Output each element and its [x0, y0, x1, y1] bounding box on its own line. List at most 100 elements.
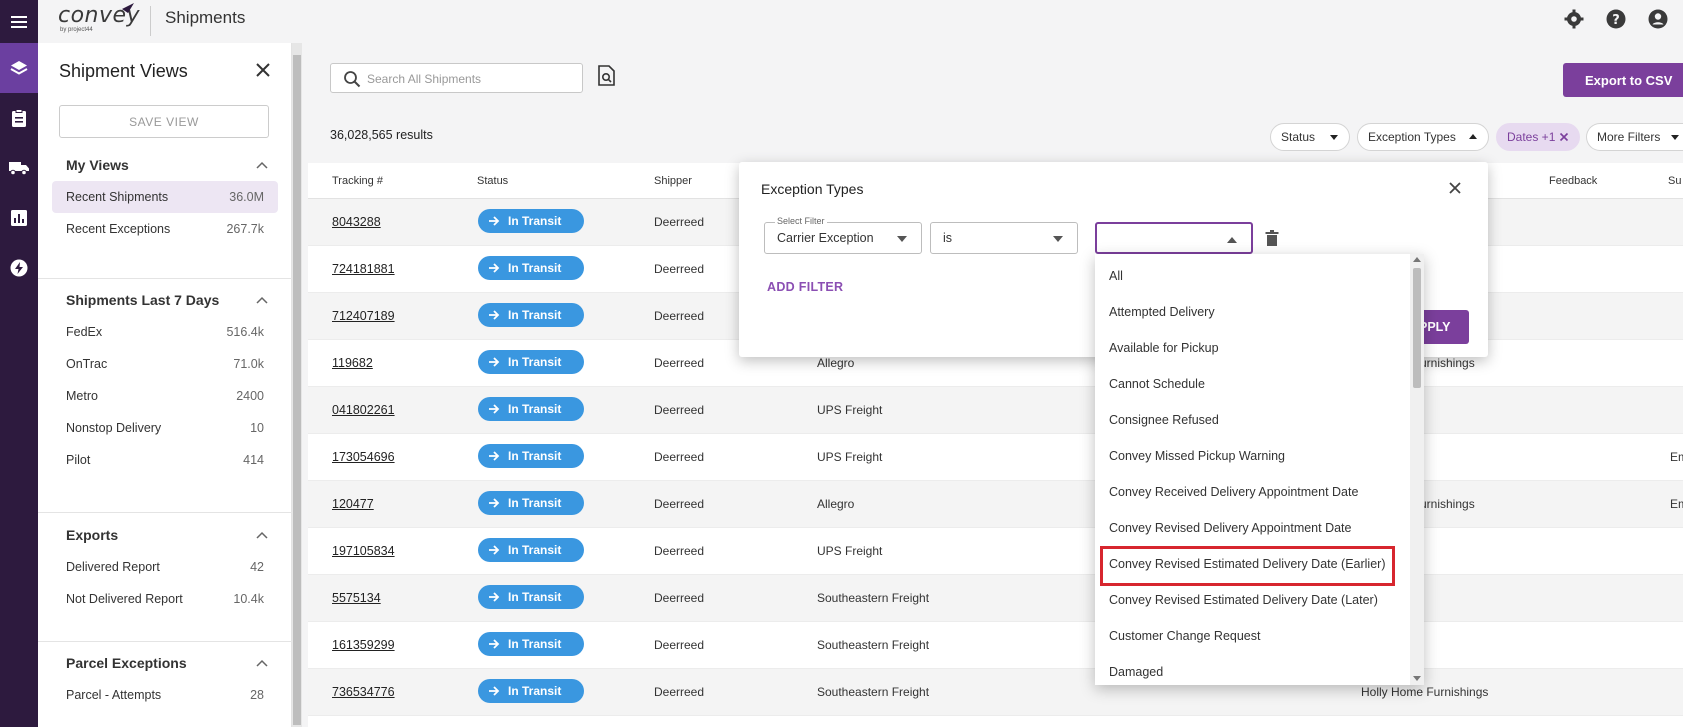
shipper-cell: Deerreed	[654, 685, 705, 699]
tracking-number-link[interactable]: 5575134	[332, 591, 381, 605]
close-popup-button[interactable]	[1447, 180, 1465, 198]
help-icon: ?	[1606, 9, 1626, 29]
dropdown-option[interactable]: Attempted Delivery	[1095, 294, 1409, 328]
search-input[interactable]	[367, 70, 567, 88]
view-item-metro[interactable]: Metro 2400	[52, 380, 278, 412]
dropdown-option[interactable]: Convey Revised Estimated Delivery Date (…	[1095, 582, 1409, 616]
account-button[interactable]	[1647, 8, 1669, 30]
view-item-label: Pilot	[66, 453, 91, 467]
save-view-button[interactable]: SAVE VIEW	[59, 105, 269, 138]
dropdown-option[interactable]: Consignee Refused	[1095, 402, 1409, 436]
operator-dropdown[interactable]: is	[930, 222, 1078, 254]
scrollbar-thumb[interactable]	[293, 55, 301, 725]
advanced-search-button[interactable]	[596, 65, 618, 89]
tracking-number-link[interactable]: 161359299	[332, 638, 395, 652]
delete-filter-button[interactable]	[1265, 230, 1279, 246]
section-header[interactable]: My Views	[38, 151, 292, 181]
page-title: Shipments	[165, 8, 246, 27]
tracking-number-link[interactable]: 173054696	[332, 450, 395, 464]
table-row[interactable]: 197105834 In Transit Deerreed UPS Freight	[308, 528, 1683, 575]
options-scrollbar[interactable]	[1410, 254, 1424, 685]
view-item-pilot[interactable]: Pilot 414	[52, 444, 278, 476]
table-row[interactable]: 041802261 In Transit Deerreed UPS Freight	[308, 387, 1683, 434]
scroll-up-icon[interactable]	[1413, 256, 1421, 262]
chip-label: Exception Types	[1368, 130, 1456, 144]
highlight-box	[1100, 546, 1395, 586]
caret-down-icon	[1671, 135, 1679, 140]
close-panel-button[interactable]	[254, 61, 274, 81]
tracking-number-link[interactable]: 119682	[332, 356, 373, 370]
export-csv-button[interactable]: Export to CSV	[1563, 63, 1683, 97]
status-badge: In Transit	[478, 444, 584, 468]
scrollbar-thumb[interactable]	[1413, 268, 1421, 388]
dates-filter-chip[interactable]: Dates +1	[1496, 123, 1580, 151]
dropdown-option[interactable]: Cannot Schedule	[1095, 366, 1409, 400]
column-header-tracking[interactable]: Tracking #	[332, 175, 383, 187]
dropdown-option[interactable]: Convey Received Delivery Appointment Dat…	[1095, 474, 1409, 508]
dropdown-option[interactable]: Customer Change Request	[1095, 618, 1409, 652]
view-item-recent-exceptions[interactable]: Recent Exceptions 267.7k	[52, 213, 278, 245]
view-item-nonstop-delivery[interactable]: Nonstop Delivery 10	[52, 412, 278, 444]
tracking-number-link[interactable]: 724181881	[332, 262, 395, 276]
column-header-status[interactable]: Status	[477, 175, 508, 187]
status-label: In Transit	[508, 355, 562, 369]
table-row[interactable]: 736534776 In Transit Deerreed Southeastern …	[308, 669, 1683, 716]
shipper-cell: Deerreed	[654, 450, 705, 464]
view-item-delivered-report[interactable]: Delivered Report 42	[52, 551, 278, 583]
section-header[interactable]: Shipments Last 7 Days	[38, 286, 292, 316]
add-filter-button[interactable]: ADD FILTER	[767, 280, 843, 294]
panel-scrollbar[interactable]	[292, 43, 302, 727]
remove-filter-icon[interactable]	[1559, 132, 1569, 142]
settings-button[interactable]	[1563, 8, 1585, 30]
status-badge: In Transit	[478, 303, 584, 327]
view-item-fedex[interactable]: FedEx 516.4k	[52, 316, 278, 348]
table-row[interactable]: 173054696 In Transit Deerreed UPS Freight Em	[308, 434, 1683, 481]
top-bar: convey by project44 Shipments ?	[0, 0, 1683, 43]
table-row[interactable]: 5575134 In Transit Deerreed Southeastern Fr…	[308, 575, 1683, 622]
select-filter-dropdown[interactable]: Select Filter Carrier Exception	[764, 216, 922, 254]
view-item-count: 36.0M	[229, 190, 264, 204]
nav-shipments[interactable]	[0, 143, 38, 193]
column-header-shipper[interactable]: Shipper	[654, 175, 692, 187]
view-item-label: Nonstop Delivery	[66, 421, 162, 435]
section-header[interactable]: Exports	[38, 521, 292, 551]
dropdown-option[interactable]: Available for Pickup	[1095, 330, 1409, 364]
tracking-number-link[interactable]: 712407189	[332, 309, 395, 323]
view-item-parcel-attempts[interactable]: Parcel - Attempts 28	[52, 679, 278, 711]
nav-analytics[interactable]	[0, 193, 38, 243]
close-icon	[1449, 182, 1461, 194]
status-filter-chip[interactable]: Status	[1270, 123, 1350, 151]
help-button[interactable]: ?	[1605, 8, 1627, 30]
tracking-number-link[interactable]: 120477	[332, 497, 374, 511]
more-filters-chip[interactable]: More Filters	[1586, 123, 1683, 151]
table-row[interactable]: 161359299 In Transit Deerreed Southeastern …	[308, 622, 1683, 669]
exception-value-dropdown[interactable]	[1095, 222, 1253, 254]
tracking-number-link[interactable]: 8043288	[332, 215, 381, 229]
tracking-number-link[interactable]: 041802261	[332, 403, 395, 417]
shipper-cell: Deerreed	[654, 262, 705, 276]
tracking-number-link[interactable]: 736534776	[332, 685, 395, 699]
column-header-sub[interactable]: Su	[1668, 175, 1681, 187]
convey-logo[interactable]: convey by project44	[58, 3, 148, 37]
dropdown-option[interactable]: Convey Revised Delivery Appointment Date	[1095, 510, 1409, 544]
column-header-feedback[interactable]: Feedback	[1549, 175, 1597, 187]
arrow-right-icon	[489, 263, 500, 273]
nav-exceptions[interactable]	[0, 243, 38, 293]
view-item-not-delivered-report[interactable]: Not Delivered Report 10.4k	[52, 583, 278, 615]
exception-types-filter-chip[interactable]: Exception Types	[1357, 123, 1489, 151]
dropdown-option[interactable]: All	[1095, 258, 1409, 292]
table-row[interactable]: 120477 In Transit Deerreed Allegro urnishing…	[308, 481, 1683, 528]
view-item-count: 10.4k	[233, 592, 264, 606]
nav-orders[interactable]	[0, 93, 38, 143]
nav-shipment-views[interactable]	[0, 43, 38, 93]
dropdown-option[interactable]: Damaged	[1095, 654, 1409, 685]
lightning-icon	[10, 259, 28, 277]
view-item-recent-shipments[interactable]: Recent Shipments 36.0M	[52, 181, 278, 213]
view-item-ontrac[interactable]: OnTrac 71.0k	[52, 348, 278, 380]
dropdown-option[interactable]: Convey Missed Pickup Warning	[1095, 438, 1409, 472]
hamburger-menu-button[interactable]	[0, 0, 38, 43]
tracking-number-link[interactable]: 197105834	[332, 544, 395, 558]
scroll-down-icon[interactable]	[1413, 676, 1421, 682]
search-box[interactable]	[330, 63, 583, 93]
section-header[interactable]: Parcel Exceptions	[38, 649, 292, 679]
